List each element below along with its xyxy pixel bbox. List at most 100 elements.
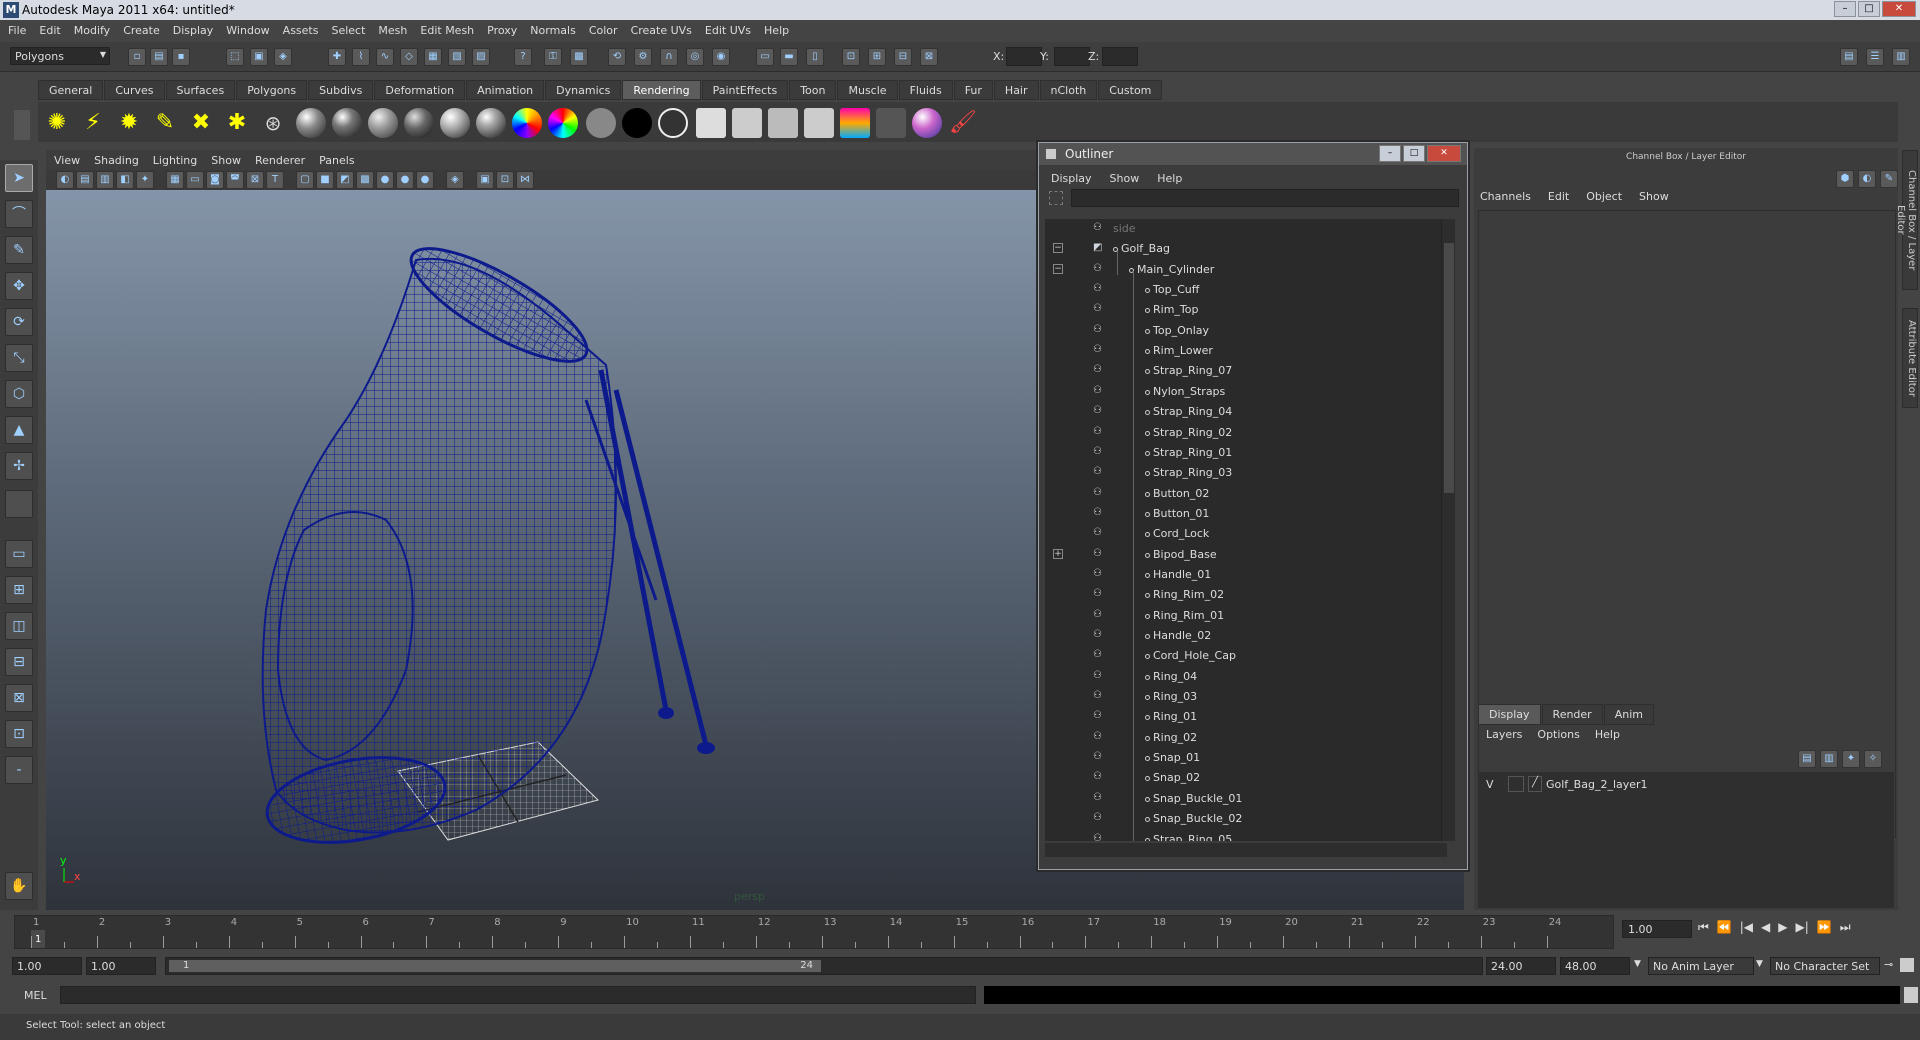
mel-label[interactable]: MEL <box>24 989 47 1002</box>
outliner-item-strap-ring-02[interactable]: ⚇ Strap_Ring_02 <box>1045 423 1447 443</box>
image-plane-icon[interactable]: ◧ <box>116 171 134 189</box>
env-sphere-icon[interactable] <box>658 108 688 138</box>
character-set-selector[interactable]: No Character Set <box>1770 957 1880 975</box>
persp-graph-layout-icon[interactable]: ⊟ <box>5 648 33 676</box>
backface-icon[interactable]: ⊡ <box>496 171 514 189</box>
transform-icon[interactable]: ⊠ <box>920 48 938 66</box>
shelf-tab-rendering[interactable]: Rendering <box>622 80 701 100</box>
outliner-item-button-02[interactable]: ⚇ Button_02 <box>1045 484 1447 504</box>
outliner-menu-show[interactable]: Show <box>1110 172 1140 185</box>
render-view-icon[interactable]: ▯ <box>806 48 824 66</box>
help-icon[interactable]: ? <box>514 48 532 66</box>
step-back-key-icon[interactable]: ⏪ <box>1717 920 1732 942</box>
playback-end-field[interactable]: 24.00 <box>1486 957 1556 975</box>
outliner-item-bipod-base[interactable]: + ⚇ Bipod_Base <box>1045 545 1447 565</box>
render-settings-icon[interactable]: ▭ <box>756 48 774 66</box>
outliner-item-nylon-straps[interactable]: ⚇ Nylon_Straps <box>1045 382 1447 402</box>
surface-shader-icon[interactable] <box>586 108 616 138</box>
all-lights-icon[interactable]: ● <box>396 171 414 189</box>
menu-help[interactable]: Help <box>764 24 789 37</box>
shelf-tab-custom[interactable]: Custom <box>1098 80 1163 100</box>
select-camera-icon[interactable]: ◐ <box>56 171 74 189</box>
magnet-icon[interactable]: ∩ <box>660 48 678 66</box>
directional-light-icon[interactable]: ⚡ <box>78 108 108 138</box>
menu-modify[interactable]: Modify <box>74 24 110 37</box>
shelf-tab-general[interactable]: General <box>38 80 104 100</box>
outliner-item-snap-02[interactable]: ⚇ Snap_02 <box>1045 768 1447 788</box>
layer-visibility-toggle[interactable]: V <box>1486 778 1494 791</box>
shelf-tab-polygons[interactable]: Polygons <box>236 80 308 100</box>
single-perspective-layout-icon[interactable]: ▭ <box>5 540 33 568</box>
history-icon[interactable]: ⟲ <box>608 48 626 66</box>
outliner-close-button[interactable]: ✕ <box>1427 145 1461 162</box>
shelf-tab-dynamics[interactable]: Dynamics <box>545 80 622 100</box>
show-attribute-editor-icon[interactable]: ▤ <box>1840 48 1858 66</box>
four-view-layout-icon[interactable]: ⊞ <box>5 576 33 604</box>
outliner-filter-input[interactable] <box>1071 189 1459 207</box>
select-hierarchy-icon[interactable]: ⬚ <box>226 48 244 66</box>
shelf-tab-painteffects[interactable]: PaintEffects <box>701 80 789 100</box>
shelf-tab-animation[interactable]: Animation <box>466 80 545 100</box>
phonge-material-icon[interactable] <box>404 108 434 138</box>
wireframe-on-shaded-icon[interactable]: ◩ <box>336 171 354 189</box>
select-tool-icon[interactable]: ➤ <box>5 164 33 192</box>
field-icon[interactable]: ⊞ <box>868 48 886 66</box>
step-back-frame-icon[interactable]: |◀ <box>1740 920 1753 942</box>
channel-menu-edit[interactable]: Edit <box>1548 190 1569 203</box>
volume-light-icon[interactable]: ✱ <box>222 108 252 138</box>
shelf-tab-ncloth[interactable]: nCloth <box>1039 80 1098 100</box>
outliner-menu-help[interactable]: Help <box>1157 172 1182 185</box>
soft-mod-tool-icon[interactable]: ▲ <box>5 416 33 444</box>
hypershade-shelf-icon[interactable] <box>840 108 870 138</box>
outliner-item-ring-04[interactable]: ⚇ Ring_04 <box>1045 667 1447 687</box>
layer-color-swatch[interactable]: ╱ <box>1528 776 1542 792</box>
snap-surface-icon[interactable]: ▨ <box>472 48 490 66</box>
hypershade-layout-icon[interactable]: ⊠ <box>5 684 33 712</box>
menu-create-uvs[interactable]: Create UVs <box>631 24 692 37</box>
shelf-tab-subdivs[interactable]: Subdivs <box>308 80 374 100</box>
viewport-menu-show[interactable]: Show <box>211 154 241 167</box>
channel-box-side-tab[interactable]: Channel Box / Layer Editor <box>1895 150 1918 290</box>
menu-mesh[interactable]: Mesh <box>378 24 407 37</box>
play-forwards-icon[interactable]: ▶ <box>1778 920 1787 942</box>
shelf-tab-toon[interactable]: Toon <box>789 80 837 100</box>
viewport-menu-lighting[interactable]: Lighting <box>153 154 197 167</box>
hypershade-icon[interactable]: ▬ <box>780 48 798 66</box>
outliner-item-rim-lower[interactable]: ⚇ Rim_Lower <box>1045 341 1447 361</box>
outliner-item-side[interactable]: ⚇ side <box>1045 219 1447 239</box>
playback-start-field[interactable]: 1.00 <box>86 957 156 975</box>
new-layer-icon[interactable]: ▤ <box>1798 750 1816 768</box>
viewport-menu-shading[interactable]: Shading <box>94 154 139 167</box>
shelf-menu-handle[interactable] <box>14 110 30 140</box>
batch-render-icon[interactable] <box>768 108 798 138</box>
viewport-menu-view[interactable]: View <box>54 154 80 167</box>
outliner-item-ring-rim-01[interactable]: ⚇ Ring_Rim_01 <box>1045 606 1447 626</box>
smooth-shade-icon[interactable]: ■ <box>316 171 334 189</box>
outliner-horizontal-scrollbar[interactable] <box>1045 843 1447 857</box>
go-to-end-icon[interactable]: ⏭ <box>1840 920 1851 942</box>
blinn-material-icon[interactable] <box>332 108 362 138</box>
paint-select-tool-icon[interactable]: ✎ <box>5 236 33 264</box>
grid-toggle-icon[interactable]: ▦ <box>166 171 184 189</box>
attribute-editor-side-tab[interactable]: Attribute Editor <box>1902 308 1918 408</box>
camera-icon[interactable]: ⊡ <box>842 48 860 66</box>
paint-effects-icon[interactable]: ✋ <box>5 872 33 900</box>
outliner-item-main-cylinder[interactable]: − ⚇ Main_Cylinder <box>1045 260 1447 280</box>
layer-tab-display[interactable]: Display <box>1478 704 1541 725</box>
channel-pin-icon[interactable]: ✎ <box>1880 170 1898 188</box>
more-layouts-icon[interactable]: - <box>5 756 33 784</box>
snap-curve-icon[interactable]: ⌇ <box>352 48 370 66</box>
outliner-item-top-onlay[interactable]: ⚇ Top_Onlay <box>1045 321 1447 341</box>
snap-plane-icon[interactable]: ◇ <box>400 48 418 66</box>
persp-outliner-layout-icon[interactable]: ◫ <box>5 612 33 640</box>
outliner-item-ring-rim-02[interactable]: ⚇ Ring_Rim_02 <box>1045 585 1447 605</box>
maximize-button[interactable]: □ <box>1858 1 1880 17</box>
menu-edit-mesh[interactable]: Edit Mesh <box>420 24 474 37</box>
range-track[interactable]: 1 24 <box>165 957 1483 975</box>
menu-edit[interactable]: Edit <box>39 24 60 37</box>
collapse-icon[interactable]: − <box>1053 243 1063 254</box>
construction-icon[interactable]: ⚙ <box>634 48 652 66</box>
snap-view-icon[interactable]: ▧ <box>448 48 466 66</box>
outliner-item-rim-top[interactable]: ⚇ Rim_Top <box>1045 300 1447 320</box>
layer-menu-layers[interactable]: Layers <box>1486 728 1522 741</box>
